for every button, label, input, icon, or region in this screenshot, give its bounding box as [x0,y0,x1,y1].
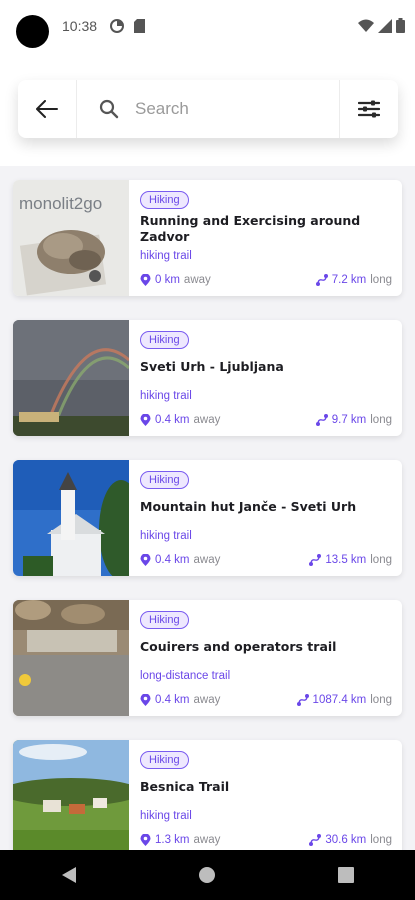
pin-icon [140,414,151,426]
filter-button[interactable] [339,80,398,138]
arrow-left-icon [36,100,58,118]
circle-home-icon [199,867,216,883]
trail-type: long-distance trail [140,670,231,682]
route-icon [309,834,322,846]
back-button[interactable] [18,80,77,138]
search-field[interactable] [77,80,339,138]
route-icon [315,274,328,286]
route-icon [296,694,309,706]
distance: 0.4 km away [140,554,220,566]
triangle-back-icon [62,867,77,883]
length: 9.7 km long [315,414,392,426]
trail-type: hiking trail [140,390,192,402]
trail-thumbnail [13,460,143,576]
trail-type: hiking trail [140,250,192,262]
trail-title: Besnica Trail [140,779,230,794]
status-time: 10:38 [62,18,98,34]
category-badge: Hiking [140,191,189,209]
system-nav-bar [0,850,415,900]
trail-card[interactable]: Hiking Mountain hut Janče - Sveti Urh hi… [13,460,402,576]
thumbnail-logo: monolit2go [19,194,103,213]
nav-home-button[interactable] [187,855,227,895]
trail-thumbnail [13,320,131,436]
length: 30.6 km long [309,834,392,846]
distance: 1.3 km away [140,834,220,846]
trail-title: Running and Exercising around Zadvor [140,213,361,244]
route-icon [309,554,322,566]
nav-recents-button[interactable] [326,855,366,895]
signal-icon [378,18,392,33]
square-recents-icon [337,867,354,883]
trail-card[interactable]: Hiking Couirers and operators trail long… [13,600,402,716]
status-icons [358,18,405,33]
category-badge: Hiking [140,331,189,349]
trail-title: Couirers and operators trail [140,639,337,654]
trail-title: Sveti Urh - Ljubljana [140,359,284,374]
status-bar: 10:38 [0,0,415,56]
distance: 0.4 km away [140,694,220,706]
trail-title: Mountain hut Janče - Sveti Urh [140,499,357,514]
trail-card[interactable]: Hiking Sveti Urh - Ljubljana hiking trai… [13,320,402,436]
data-saver-icon [110,18,124,37]
camera-cutout [16,15,49,48]
length: 13.5 km long [309,554,392,566]
wifi-icon [358,19,374,32]
distance: 0 km away [140,274,211,286]
route-icon [315,414,328,426]
pin-icon [140,274,151,286]
category-badge: Hiking [140,611,189,629]
sim-card-icon [134,18,145,37]
length: 1087.4 km long [296,694,392,706]
trail-type: hiking trail [140,530,192,542]
length: 7.2 km long [315,274,392,286]
search-input[interactable] [133,98,307,120]
search-icon [99,99,119,119]
pin-icon [140,834,151,846]
category-badge: Hiking [140,751,189,769]
distance: 0.4 km away [140,414,220,426]
battery-icon [396,18,405,33]
trail-thumbnail [13,740,141,856]
trail-thumbnail [13,600,129,716]
category-badge: Hiking [140,471,189,489]
nav-back-button[interactable] [49,855,89,895]
search-bar [18,80,398,138]
trail-thumbnail: monolit2go [13,180,129,296]
pin-icon [140,694,151,706]
trail-card[interactable]: monolit2go Hiking Running and Exercising… [13,180,402,296]
trail-card[interactable]: Hiking Besnica Trail hiking trail 1.3 km… [13,740,402,856]
sliders-icon [358,100,380,118]
pin-icon [140,554,151,566]
trail-type: hiking trail [140,810,192,822]
